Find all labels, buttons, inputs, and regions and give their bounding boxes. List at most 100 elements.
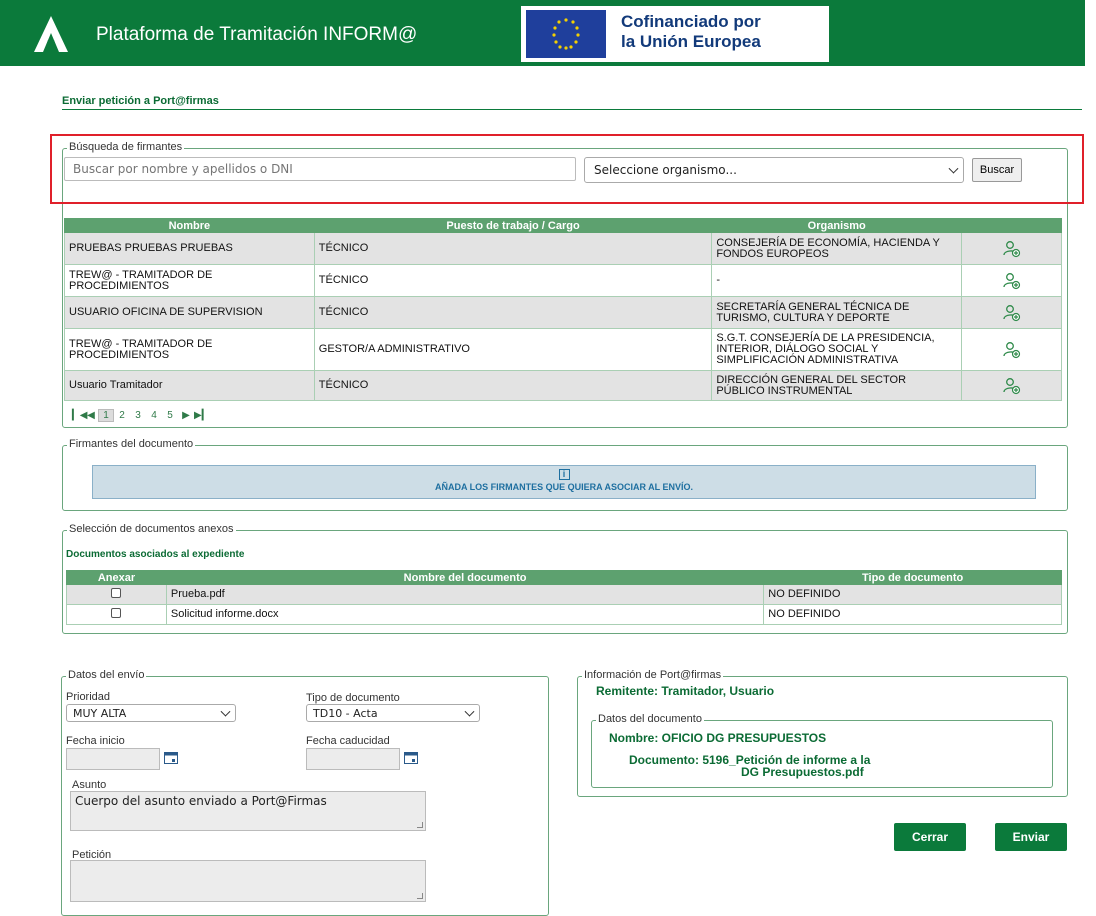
- page-1[interactable]: 1: [98, 409, 114, 422]
- next-page-icon[interactable]: ▶: [178, 410, 194, 421]
- col-header-puesto: Puesto de trabajo / Cargo: [313, 218, 713, 233]
- col-header-anexar: Anexar: [66, 570, 167, 585]
- cell-organismo: S.G.T. CONSEJERÍA DE LA PRESIDENCIA, INT…: [711, 328, 963, 371]
- table-row: Solicitud informe.docx NO DEFINIDO: [66, 604, 1062, 625]
- firmantes-search-table: Nombre Puesto de trabajo / Cargo Organis…: [64, 218, 1062, 401]
- cell-nombre: USUARIO OFICINA DE SUPERVISION: [64, 296, 315, 329]
- eu-flag-icon: [526, 10, 606, 58]
- calendar-icon[interactable]: [404, 752, 418, 764]
- col-header-organismo: Organismo: [711, 218, 963, 233]
- info-icon: i: [558, 469, 570, 480]
- asunto-label: Asunto: [72, 779, 107, 791]
- cell-puesto: TÉCNICO: [313, 296, 713, 329]
- cell-puesto: TÉCNICO: [313, 264, 713, 297]
- anexos-subtitle: Documentos asociados al expediente: [66, 549, 245, 560]
- chevron-down-icon: [948, 163, 959, 174]
- page-3[interactable]: 3: [130, 410, 146, 421]
- table-row: TREW@ - TRAMITADOR DE PROCEDIMIENTOS TÉC…: [64, 264, 1062, 297]
- eu-line-2: la Unión Europea: [621, 32, 761, 51]
- page-title: Enviar petición a Port@firmas: [62, 95, 219, 107]
- anexos-table: Anexar Nombre del documento Tipo de docu…: [66, 570, 1062, 625]
- chevron-down-icon: [220, 706, 231, 717]
- anexar-cell: [66, 584, 167, 605]
- add-firmante-cell[interactable]: [961, 232, 1062, 265]
- table-row: PRUEBAS PRUEBAS PRUEBAS TÉCNICO CONSEJER…: [64, 232, 1062, 265]
- anexos-legend: Selección de documentos anexos: [67, 523, 236, 535]
- asunto-value: Cuerpo del asunto enviado a Port@Firmas: [75, 794, 327, 808]
- cell-nombre: PRUEBAS PRUEBAS PRUEBAS: [64, 232, 315, 265]
- enviar-button[interactable]: Enviar: [995, 823, 1067, 851]
- last-page-icon[interactable]: ▶▎: [194, 410, 209, 421]
- buscar-button[interactable]: Buscar: [972, 158, 1022, 182]
- add-user-icon[interactable]: [1002, 377, 1021, 395]
- calendar-icon[interactable]: [164, 752, 178, 764]
- organismo-select-value: Seleccione organismo...: [594, 163, 737, 177]
- anexar-cell: [66, 604, 167, 625]
- info-portafirmas-legend: Información de Port@firmas: [582, 669, 724, 681]
- anexar-checkbox[interactable]: [111, 608, 122, 618]
- cell-nombre: Usuario Tramitador: [64, 370, 315, 401]
- eu-cofinanced-banner: Cofinanciado por la Unión Europea: [521, 6, 829, 62]
- table-row: USUARIO OFICINA DE SUPERVISION TÉCNICO S…: [64, 296, 1062, 329]
- fecha-inicio-label: Fecha inicio: [66, 735, 125, 747]
- add-user-icon[interactable]: [1002, 341, 1021, 359]
- fecha-inicio-input[interactable]: [66, 748, 160, 770]
- fecha-caducidad-input[interactable]: [306, 748, 400, 770]
- first-page-icon[interactable]: ▎◀: [72, 410, 87, 421]
- documento-line-2: DG Presupuestos.pdf: [741, 765, 864, 779]
- prioridad-select-value: MUY ALTA: [73, 706, 127, 720]
- cell-organismo: SECRETARÍA GENERAL TÉCNICA DE TURISMO, C…: [711, 296, 963, 329]
- datos-documento-legend: Datos del documento: [596, 713, 704, 725]
- resize-grip-icon[interactable]: [417, 893, 423, 899]
- cell-organismo: -: [711, 264, 963, 297]
- cerrar-button[interactable]: Cerrar: [894, 823, 966, 851]
- col-header-action: [961, 218, 1062, 233]
- cell-organismo: CONSEJERÍA DE ECONOMÍA, HACIENDA Y FONDO…: [711, 232, 963, 265]
- asunto-textarea[interactable]: Cuerpo del asunto enviado a Port@Firmas: [70, 791, 426, 831]
- add-user-icon[interactable]: [1002, 304, 1021, 322]
- cell-puesto: TÉCNICO: [313, 232, 713, 265]
- col-header-nombre-doc: Nombre del documento: [165, 570, 765, 585]
- nombre-documento-text: Nombre: OFICIO DG PRESUPUESTOS: [609, 731, 827, 745]
- tipo-documento-select[interactable]: TD10 - Acta: [306, 704, 480, 722]
- fecha-caducidad-label: Fecha caducidad: [306, 735, 390, 747]
- table-row: Prueba.pdf NO DEFINIDO: [66, 584, 1062, 605]
- page-2[interactable]: 2: [114, 410, 130, 421]
- eu-text: Cofinanciado por la Unión Europea: [621, 12, 761, 52]
- cell-organismo: DIRECCIÓN GENERAL DEL SECTOR PÚBLICO INS…: [711, 370, 963, 401]
- add-user-icon[interactable]: [1002, 272, 1021, 290]
- app-header: Plataforma de Tramitación INFORM@ Cofina…: [0, 0, 1085, 66]
- cell-puesto: GESTOR/A ADMINISTRATIVO: [313, 328, 713, 371]
- page-5[interactable]: 5: [162, 410, 178, 421]
- search-input[interactable]: [64, 157, 576, 181]
- resize-grip-icon[interactable]: [417, 822, 423, 828]
- organismo-select[interactable]: Seleccione organismo...: [584, 157, 964, 183]
- firmantes-info-text: AÑADA LOS FIRMANTES QUE QUIERA ASOCIAR A…: [434, 482, 693, 492]
- add-firmante-cell[interactable]: [961, 370, 1062, 401]
- cell-nombre-doc: Solicitud informe.docx: [165, 604, 765, 625]
- table-header-row: Anexar Nombre del documento Tipo de docu…: [66, 570, 1062, 585]
- prev-page-icon[interactable]: ◀: [84, 410, 98, 421]
- prioridad-label: Prioridad: [66, 691, 111, 703]
- eu-line-1: Cofinanciado por: [621, 12, 761, 31]
- cell-puesto: TÉCNICO: [313, 370, 713, 401]
- anexar-checkbox[interactable]: [111, 588, 122, 598]
- cell-nombre-doc: Prueba.pdf: [165, 584, 765, 605]
- junta-andalucia-logo: [34, 16, 68, 52]
- app-title: Plataforma de Tramitación INFORM@: [96, 24, 418, 45]
- remitente-text: Remitente: Tramitador, Usuario: [596, 684, 775, 698]
- col-header-tipo-doc: Tipo de documento: [763, 570, 1062, 585]
- cell-nombre: TREW@ - TRAMITADOR DE PROCEDIMIENTOS: [64, 264, 315, 297]
- peticion-textarea[interactable]: [70, 860, 426, 902]
- prioridad-select[interactable]: MUY ALTA: [66, 704, 236, 722]
- pagination: ▎◀ ◀ 1 2 3 4 5 ▶ ▶▎: [72, 409, 209, 422]
- page-4[interactable]: 4: [146, 410, 162, 421]
- add-firmante-cell[interactable]: [961, 264, 1062, 297]
- add-firmante-cell[interactable]: [961, 296, 1062, 329]
- tipo-documento-select-value: TD10 - Acta: [313, 706, 378, 720]
- firmantes-info-box: i AÑADA LOS FIRMANTES QUE QUIERA ASOCIAR…: [92, 465, 1036, 499]
- add-user-icon[interactable]: [1002, 240, 1021, 258]
- tipo-documento-label: Tipo de documento: [306, 692, 400, 704]
- add-firmante-cell[interactable]: [961, 328, 1062, 371]
- title-divider: [62, 109, 1082, 110]
